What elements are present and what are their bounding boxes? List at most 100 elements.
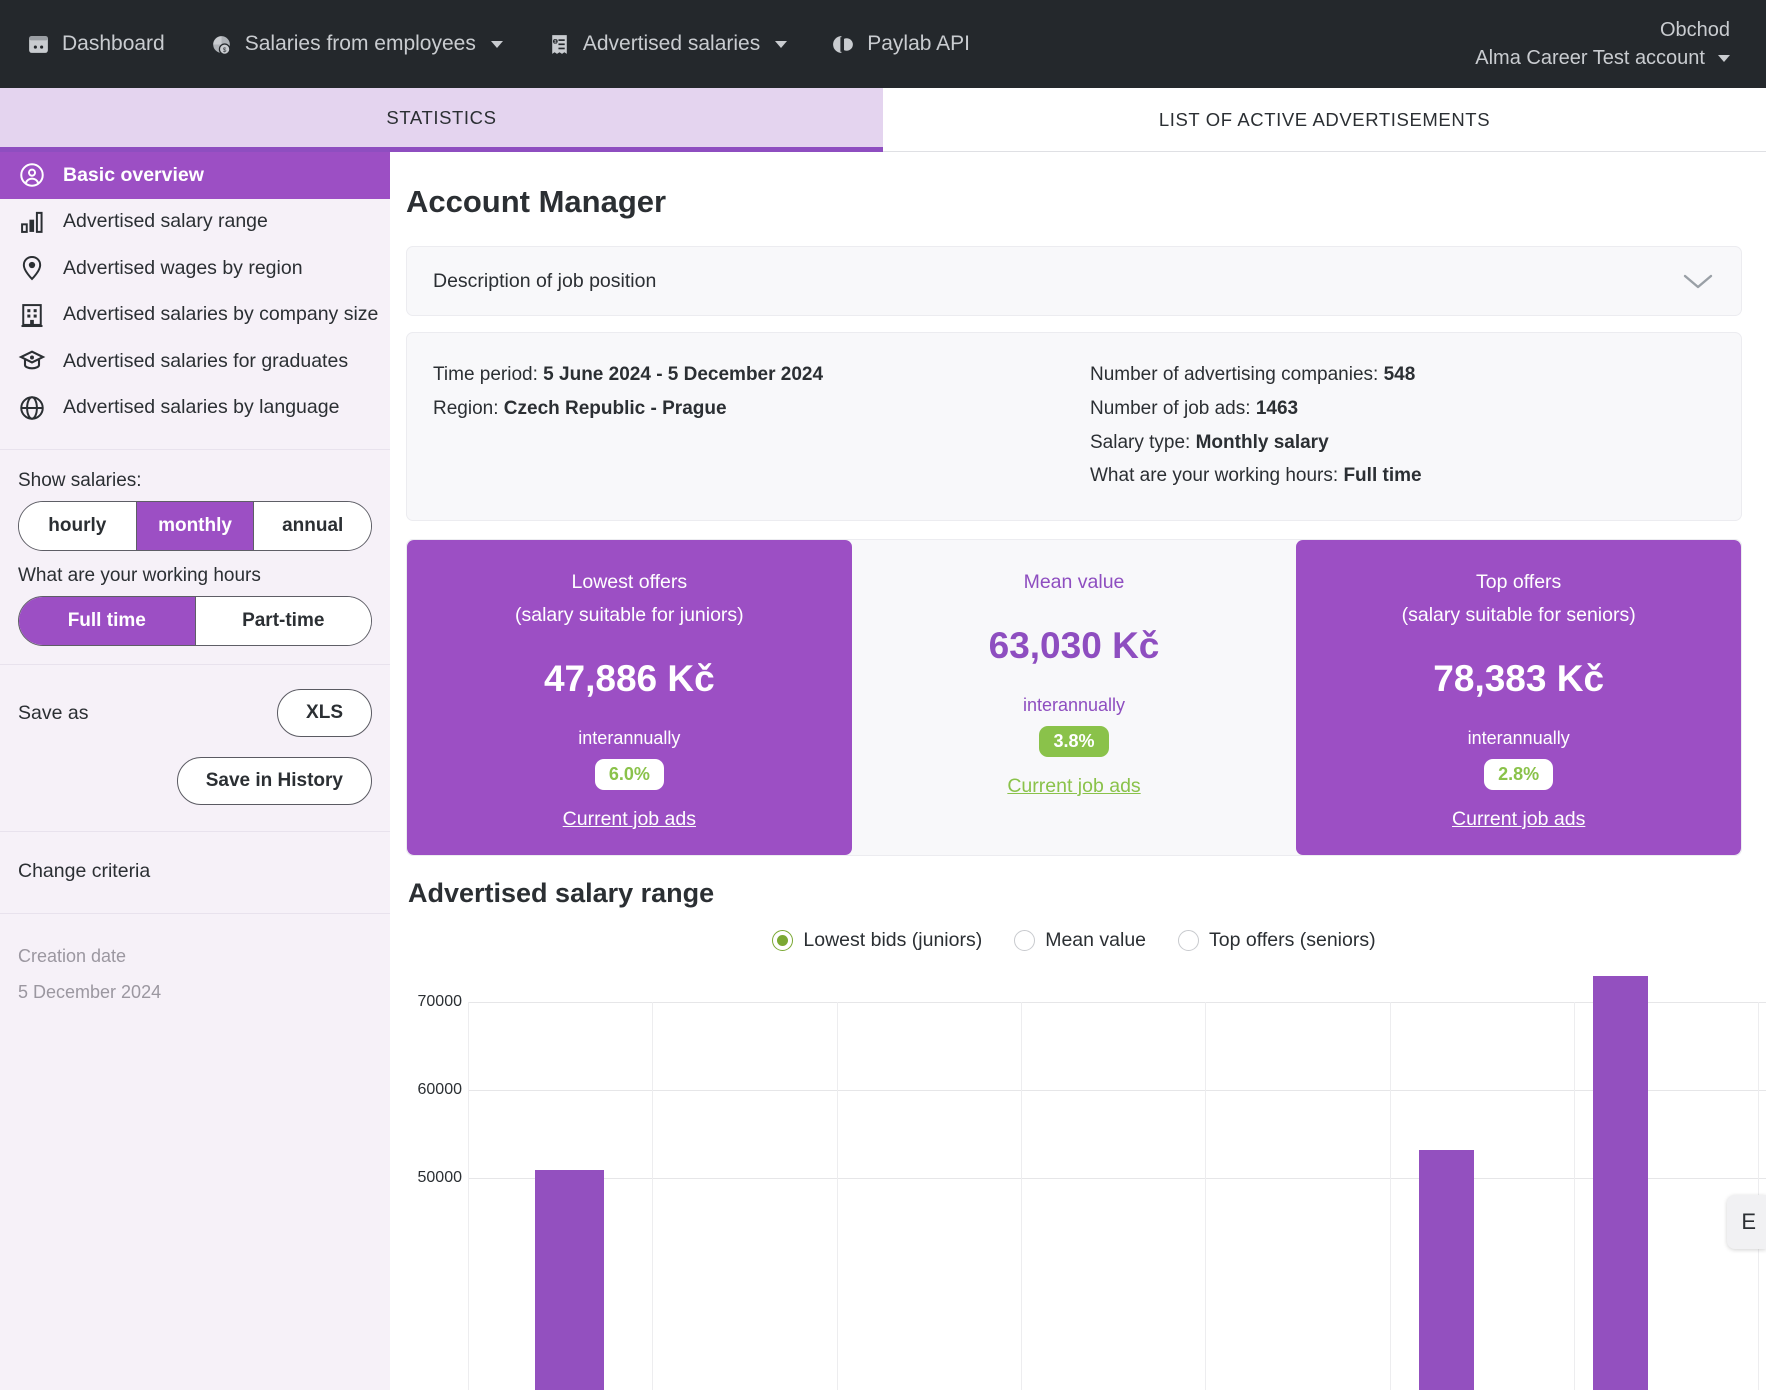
radio-lowest-bids-juniors[interactable]: Lowest bids (juniors) xyxy=(772,929,982,952)
bar-chart-icon xyxy=(21,211,43,233)
working-hours-option-part-time[interactable]: Part-time xyxy=(195,597,371,645)
card-title: Top offers xyxy=(1476,571,1562,594)
account-company: Obchod xyxy=(1659,18,1730,41)
salary-period-toggle: hourly monthly annual xyxy=(18,501,372,551)
period-option-monthly[interactable]: monthly xyxy=(136,502,255,550)
description-accordion[interactable]: Description of job position xyxy=(406,246,1742,316)
globe-icon xyxy=(20,396,44,420)
radio-label: Lowest bids (juniors) xyxy=(803,928,983,951)
info-value: 548 xyxy=(1383,364,1416,385)
radio-button-icon[interactable] xyxy=(772,929,794,951)
info-line: Number of job ads: 1463 xyxy=(1090,392,1715,426)
working-hours-toggle: Full time Part-time xyxy=(18,596,372,646)
salary-summary-cards: Lowest offers (salary suitable for junio… xyxy=(406,539,1742,856)
export-xls-button[interactable]: XLS xyxy=(277,689,372,737)
account-menu[interactable]: Obchod Alma Career Test account xyxy=(1475,0,1730,88)
card-interannually-label: interannually xyxy=(578,727,681,748)
tab-list-of-active-advertisements[interactable]: LIST OF ACTIVE ADVERTISEMENTS xyxy=(883,88,1766,152)
chart-series-radio-group: Lowest bids (juniors) Mean value Top off… xyxy=(406,929,1742,952)
info-line: Region: Czech Republic - Prague xyxy=(433,392,1058,426)
card-subtitle: (salary suitable for seniors) xyxy=(1401,604,1636,626)
nav-label: Salaries from employees xyxy=(244,32,476,55)
save-in-history-row: Save in History xyxy=(0,737,390,831)
info-label: Region: xyxy=(433,397,499,419)
card-lowest-offers: Lowest offers (salary suitable for junio… xyxy=(407,540,852,855)
top-navigation-bar: Dashboard $ Salaries from employees $ Ad… xyxy=(0,0,1766,88)
sidebar-item-advertised-wages-by-region[interactable]: Advertised wages by region xyxy=(0,245,390,292)
sidebar-item-advertised-salaries-by-language[interactable]: Advertised salaries by language xyxy=(0,385,390,432)
period-option-annual[interactable]: annual xyxy=(254,502,371,550)
chevron-down-icon xyxy=(775,40,788,48)
plug-icon xyxy=(833,35,854,53)
card-current-job-ads-link[interactable]: Current job ads xyxy=(1452,808,1585,831)
card-amount: 47,886 Kč xyxy=(543,657,715,699)
gridline xyxy=(468,1001,1766,1003)
working-hours-label: What are your working hours xyxy=(18,565,261,586)
card-current-job-ads-link[interactable]: Current job ads xyxy=(563,808,696,831)
coin-chart-icon: $ xyxy=(212,35,231,55)
tab-label: STATISTICS xyxy=(386,106,497,128)
change-criteria-link[interactable]: Change criteria xyxy=(0,832,390,913)
working-hours-option-full-time[interactable]: Full time xyxy=(19,597,196,645)
card-header: Lowest offers (salary suitable for junio… xyxy=(515,566,744,632)
card-current-job-ads-link[interactable]: Current job ads xyxy=(1007,775,1140,798)
graduation-cap-icon xyxy=(18,350,46,370)
sidebar-item-advertised-salary-range[interactable]: Advertised salary range xyxy=(0,199,390,246)
info-value: Monthly salary xyxy=(1195,431,1329,453)
main-tabs: STATISTICS LIST OF ACTIVE ADVERTISEMENTS xyxy=(0,88,1766,152)
account-name-row[interactable]: Alma Career Test account xyxy=(1475,47,1730,70)
sidebar-item-label: Basic overview xyxy=(63,163,204,186)
chart-bar[interactable] xyxy=(1593,975,1648,1390)
save-in-history-button[interactable]: Save in History xyxy=(176,757,372,805)
sidebar-item-label: Advertised salaries for graduates xyxy=(63,349,349,372)
account-name: Alma Career Test account xyxy=(1475,46,1705,69)
chart-bar[interactable] xyxy=(535,1169,605,1390)
radio-button-icon[interactable] xyxy=(1178,929,1200,951)
chart-bar[interactable] xyxy=(1419,1149,1474,1390)
nav-item-paylab-api[interactable]: Paylab API xyxy=(831,32,970,57)
card-top-offers: Top offers (salary suitable for seniors)… xyxy=(1296,540,1741,855)
criteria-left-column: Time period: 5 June 2024 - 5 December 20… xyxy=(433,358,1058,493)
info-line: Salary type: Monthly salary xyxy=(1090,426,1715,460)
nav-item-dashboard[interactable]: Dashboard xyxy=(26,32,165,57)
gridline-vertical xyxy=(652,1001,654,1390)
gridline xyxy=(468,1177,1766,1179)
period-option-hourly[interactable]: hourly xyxy=(19,502,137,550)
gridline-vertical xyxy=(1020,1001,1022,1390)
gridline-vertical xyxy=(1205,1001,1207,1390)
page-layout: Basic overview Advertised salary range A… xyxy=(0,152,1766,1390)
card-title: Mean value xyxy=(1023,571,1125,594)
sidebar-item-advertised-salaries-by-company-size[interactable]: Advertised salaries by company size xyxy=(0,292,390,339)
y-tick-label: 70000 xyxy=(417,992,463,1010)
sidebar-item-basic-overview[interactable]: Basic overview xyxy=(0,152,390,199)
creation-date-value: 5 December 2024 xyxy=(18,982,162,1002)
info-label: Salary type: xyxy=(1090,431,1191,453)
sidebar-item-label: Advertised salaries by language xyxy=(63,396,340,419)
nav-item-advertised-salaries[interactable]: $ Advertised salaries xyxy=(547,32,788,57)
chart-edge-tooltip[interactable]: E xyxy=(1727,1194,1766,1249)
y-tick-label: 50000 xyxy=(417,1168,463,1186)
radio-label: Mean value xyxy=(1045,928,1147,951)
info-line: Number of advertising companies: 548 xyxy=(1090,358,1715,392)
nav-item-salaries-from-employees[interactable]: $ Salaries from employees xyxy=(209,32,503,57)
creation-date-block: Creation date 5 December 2024 xyxy=(0,914,390,1010)
y-tick-label: 60000 xyxy=(417,1080,463,1098)
sidebar-item-advertised-salaries-for-graduates[interactable]: Advertised salaries for graduates xyxy=(0,338,390,385)
gridline-vertical xyxy=(836,1001,838,1390)
description-label: Description of job position xyxy=(433,269,657,292)
save-as-section: Save as XLS xyxy=(0,665,390,737)
card-header: Top offers (salary suitable for seniors) xyxy=(1402,566,1636,632)
tab-statistics[interactable]: STATISTICS xyxy=(0,88,883,152)
chart-plot-area xyxy=(468,975,1766,1390)
card-amount: 63,030 Kč xyxy=(988,625,1160,666)
nav-label: Dashboard xyxy=(62,32,165,55)
radio-mean-value[interactable]: Mean value xyxy=(1014,929,1146,952)
radio-top-offers-seniors[interactable]: Top offers (seniors) xyxy=(1178,929,1376,952)
card-title: Lowest offers xyxy=(571,571,688,594)
card-mean-value: Mean value 63,030 Kč interannually 3.8% … xyxy=(851,540,1297,855)
nav-label: Paylab API xyxy=(867,32,970,55)
chevron-down-icon xyxy=(1683,274,1713,289)
gridline-vertical xyxy=(1389,1001,1391,1390)
radio-button-icon[interactable] xyxy=(1014,929,1036,951)
